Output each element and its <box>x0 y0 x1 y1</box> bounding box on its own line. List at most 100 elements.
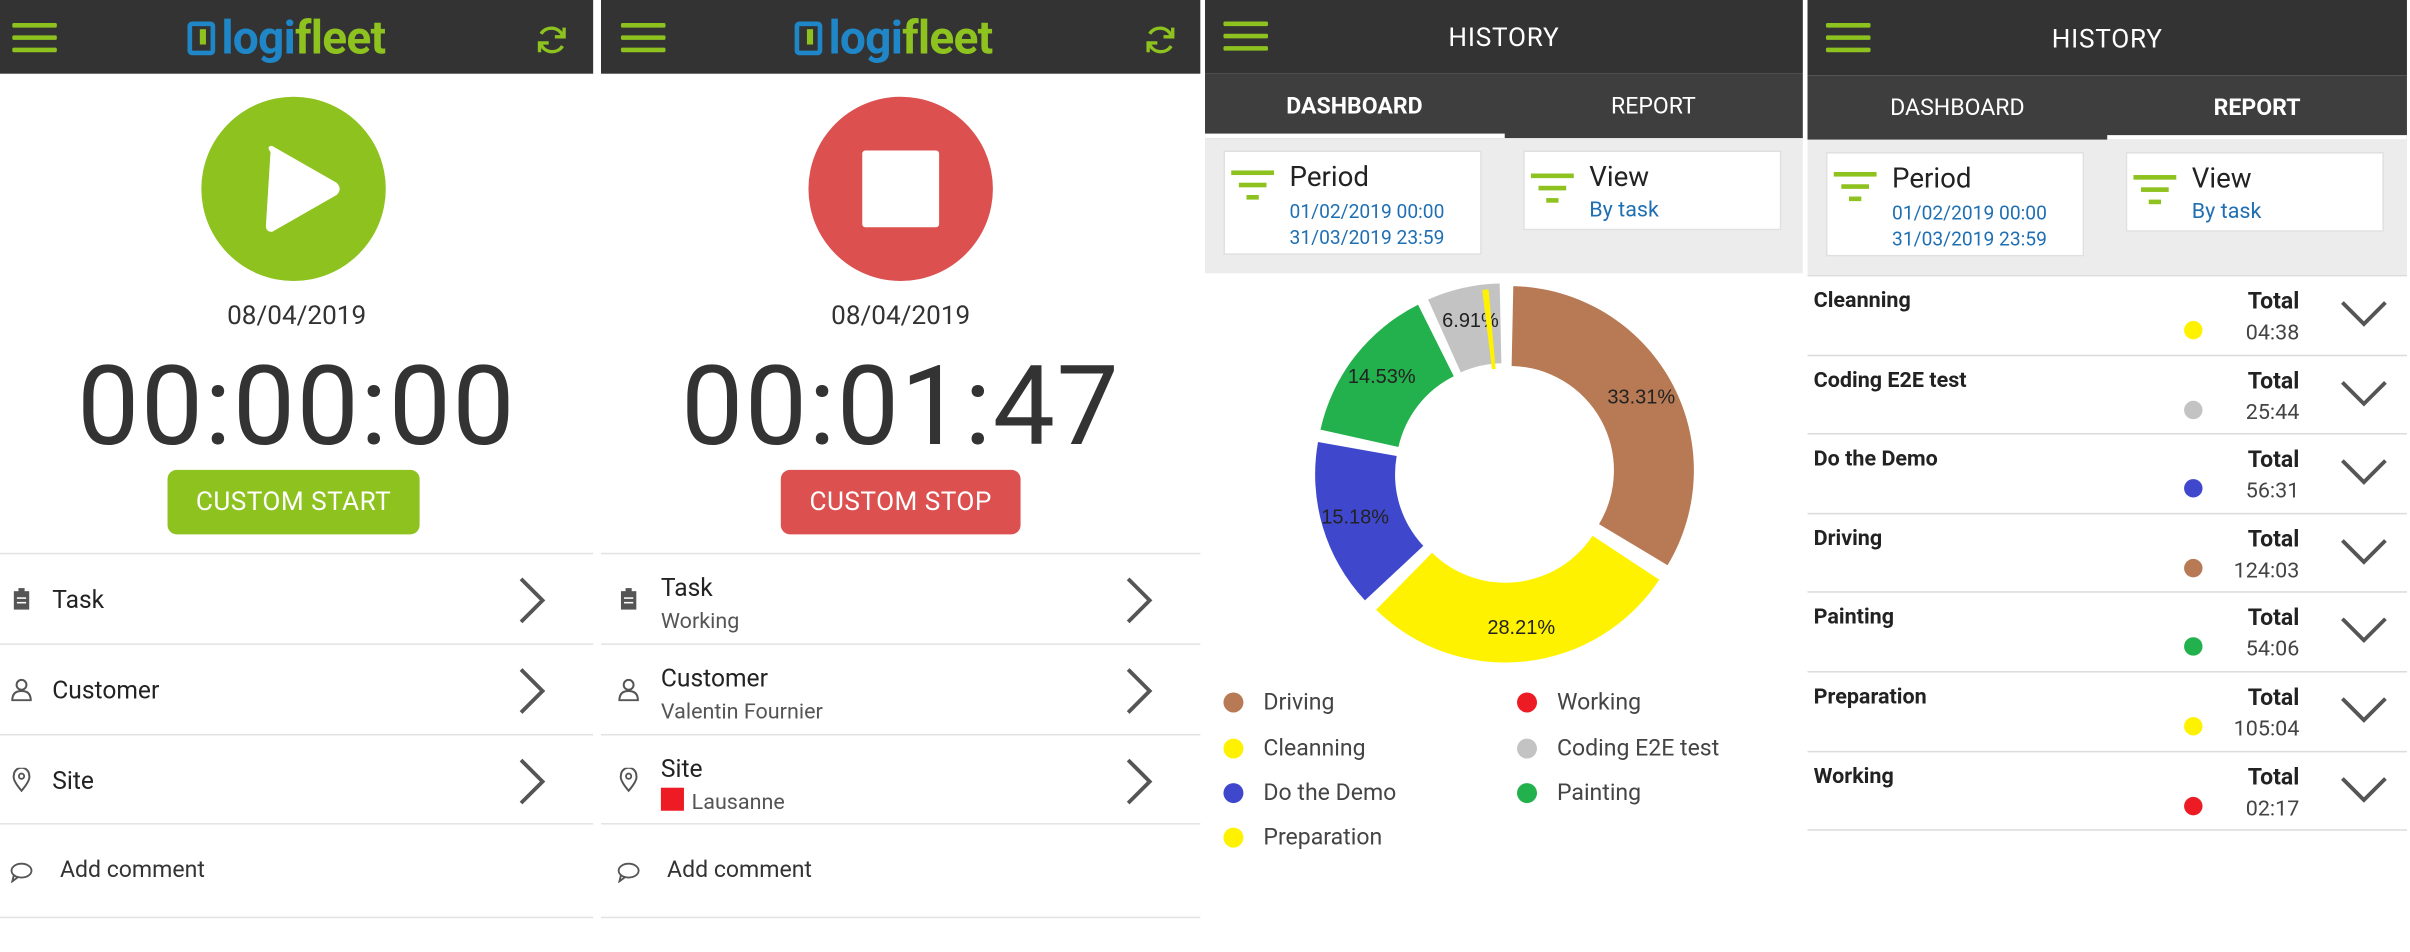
site-color-swatch <box>660 787 684 811</box>
logo-mark-icon <box>187 21 216 56</box>
legend-dot <box>1223 827 1244 848</box>
chevron-right-icon <box>1126 577 1153 624</box>
report-list-end-divider <box>1807 829 2407 831</box>
total-label: Total <box>2247 762 2300 791</box>
tab-bar: DASHBOARD REPORT <box>1205 73 1803 139</box>
view-filter[interactable]: View By task <box>2125 152 2384 232</box>
chevron-right-icon <box>1126 668 1153 714</box>
slice-cleanning <box>1376 535 1660 663</box>
site-row[interactable]: Site <box>0 733 594 825</box>
site-label: Site <box>52 766 94 796</box>
view-filter[interactable]: View By task <box>1523 150 1782 231</box>
refresh-icon[interactable] <box>533 21 570 58</box>
legend-label: Coding E2E test <box>1556 733 1720 762</box>
task-color-dot <box>2184 717 2203 736</box>
chevron-down-icon[interactable] <box>2339 615 2388 646</box>
total-value: 124:03 <box>2233 558 2300 584</box>
top-bar: HISTORY <box>1807 0 2407 76</box>
period-filter[interactable]: Period 01/02/2019 00:00 31/03/2019 23:59 <box>1223 150 1482 255</box>
period-filter[interactable]: Period 01/02/2019 00:00 31/03/2019 23:59 <box>1825 152 2085 257</box>
total-value: 04:38 <box>2245 320 2300 346</box>
add-comment-row[interactable]: Add comment <box>0 823 594 919</box>
menu-icon[interactable] <box>620 20 667 54</box>
total-value: 02:17 <box>2245 796 2300 821</box>
report-row[interactable]: Do the Demo Total 56:31 <box>1807 433 2407 513</box>
logo: logi fleet <box>187 12 386 65</box>
clipboard-icon <box>620 588 637 610</box>
filter-icon <box>1530 173 1574 203</box>
task-name: Working <box>1813 764 1894 789</box>
user-icon <box>618 678 639 702</box>
task-row[interactable]: Task Working <box>600 552 1201 644</box>
period-to: 31/03/2019 23:59 <box>1892 228 2047 252</box>
tab-report[interactable]: REPORT <box>2107 75 2407 140</box>
clipboard-icon <box>13 588 30 610</box>
site-value: Lausanne <box>691 790 785 816</box>
task-name: Driving <box>1813 526 1883 551</box>
task-label: Task <box>660 572 713 602</box>
report-row[interactable]: Working Total 02:17 <box>1807 750 2407 830</box>
total-value: 56:31 <box>2245 479 2300 504</box>
tab-dashboard[interactable]: DASHBOARD <box>1205 74 1504 139</box>
stop-button[interactable] <box>808 96 993 281</box>
logo-mark-icon <box>794 21 823 56</box>
task-color-dot <box>2184 320 2203 340</box>
donut-chart: 33.31%28.21%15.18%14.53%6.91% <box>1315 283 1694 663</box>
customer-row[interactable]: Customer Valentin Fournier <box>600 643 1201 734</box>
report-row[interactable]: Preparation Total 105:04 <box>1807 671 2407 751</box>
tab-report[interactable]: REPORT <box>1504 74 1803 138</box>
task-name: Painting <box>1813 605 1895 631</box>
customer-row[interactable]: Customer <box>0 643 594 734</box>
chevron-down-icon[interactable] <box>2339 536 2388 567</box>
chevron-right-icon <box>519 668 546 714</box>
filter-bar: Period 01/02/2019 00:00 31/03/2019 23:59… <box>1807 139 2407 275</box>
legend-label: Cleanning <box>1263 733 1366 762</box>
task-color-dot <box>2184 558 2203 578</box>
site-label: Site <box>660 753 703 784</box>
chevron-right-icon <box>1126 758 1153 805</box>
legend-label: Do the Demo <box>1263 778 1397 807</box>
view-label: View <box>1589 161 1650 194</box>
site-row[interactable]: Site Lausanne <box>600 733 1201 825</box>
date-label: 08/04/2019 <box>227 300 367 332</box>
period-label: Period <box>1892 162 1972 196</box>
chevron-down-icon[interactable] <box>2339 298 2388 329</box>
customer-label: Customer <box>660 663 768 693</box>
legend-dot <box>1517 738 1537 759</box>
custom-stop-button[interactable]: CUSTOM STOP <box>780 469 1021 535</box>
page-title: HISTORY <box>2051 24 2163 56</box>
add-comment-label: Add comment <box>667 855 812 883</box>
chevron-down-icon[interactable] <box>2339 694 2388 725</box>
refresh-icon[interactable] <box>1142 21 1179 58</box>
stop-icon <box>862 150 940 228</box>
slice-label-painting: 14.53% <box>1348 366 1416 388</box>
chevron-down-icon[interactable] <box>2339 773 2388 804</box>
tab-bar: DASHBOARD REPORT <box>1807 75 2407 140</box>
filter-icon <box>1833 171 1877 202</box>
tab-dashboard[interactable]: DASHBOARD <box>1808 75 2108 139</box>
chevron-down-icon[interactable] <box>2339 377 2388 408</box>
task-row[interactable]: Task <box>0 552 594 644</box>
report-row[interactable]: Cleanning Total 04:38 <box>1807 274 2407 355</box>
top-bar: HISTORY <box>1205 0 1803 74</box>
report-row[interactable]: Coding E2E test Total 25:44 <box>1807 354 2407 434</box>
period-to: 31/03/2019 23:59 <box>1289 227 1445 251</box>
total-label: Total <box>2247 366 2300 394</box>
comment-icon <box>617 862 640 883</box>
task-color-dot <box>2184 479 2203 498</box>
chevron-right-icon <box>519 758 546 805</box>
page-title: HISTORY <box>1448 23 1560 54</box>
history-report-screen: HISTORY DASHBOARD REPORT Period 01/02/20… <box>1807 0 2407 952</box>
timer-screen-running: logi fleet 08/04/2019 00:01:47 CUSTOM STO… <box>600 0 1201 952</box>
chevron-down-icon[interactable] <box>2339 456 2388 487</box>
legend-dot <box>1517 692 1537 713</box>
menu-icon[interactable] <box>12 20 58 54</box>
total-label: Total <box>2247 524 2300 553</box>
play-button[interactable] <box>201 96 386 281</box>
custom-start-button[interactable]: CUSTOM START <box>167 469 420 535</box>
add-comment-row[interactable]: Add comment <box>600 823 1201 919</box>
legend-dot <box>1223 783 1244 804</box>
report-row[interactable]: Painting Total 54:06 <box>1807 591 2407 672</box>
report-row[interactable]: Driving Total 124:03 <box>1807 512 2407 593</box>
task-name: Coding E2E test <box>1813 367 1967 393</box>
